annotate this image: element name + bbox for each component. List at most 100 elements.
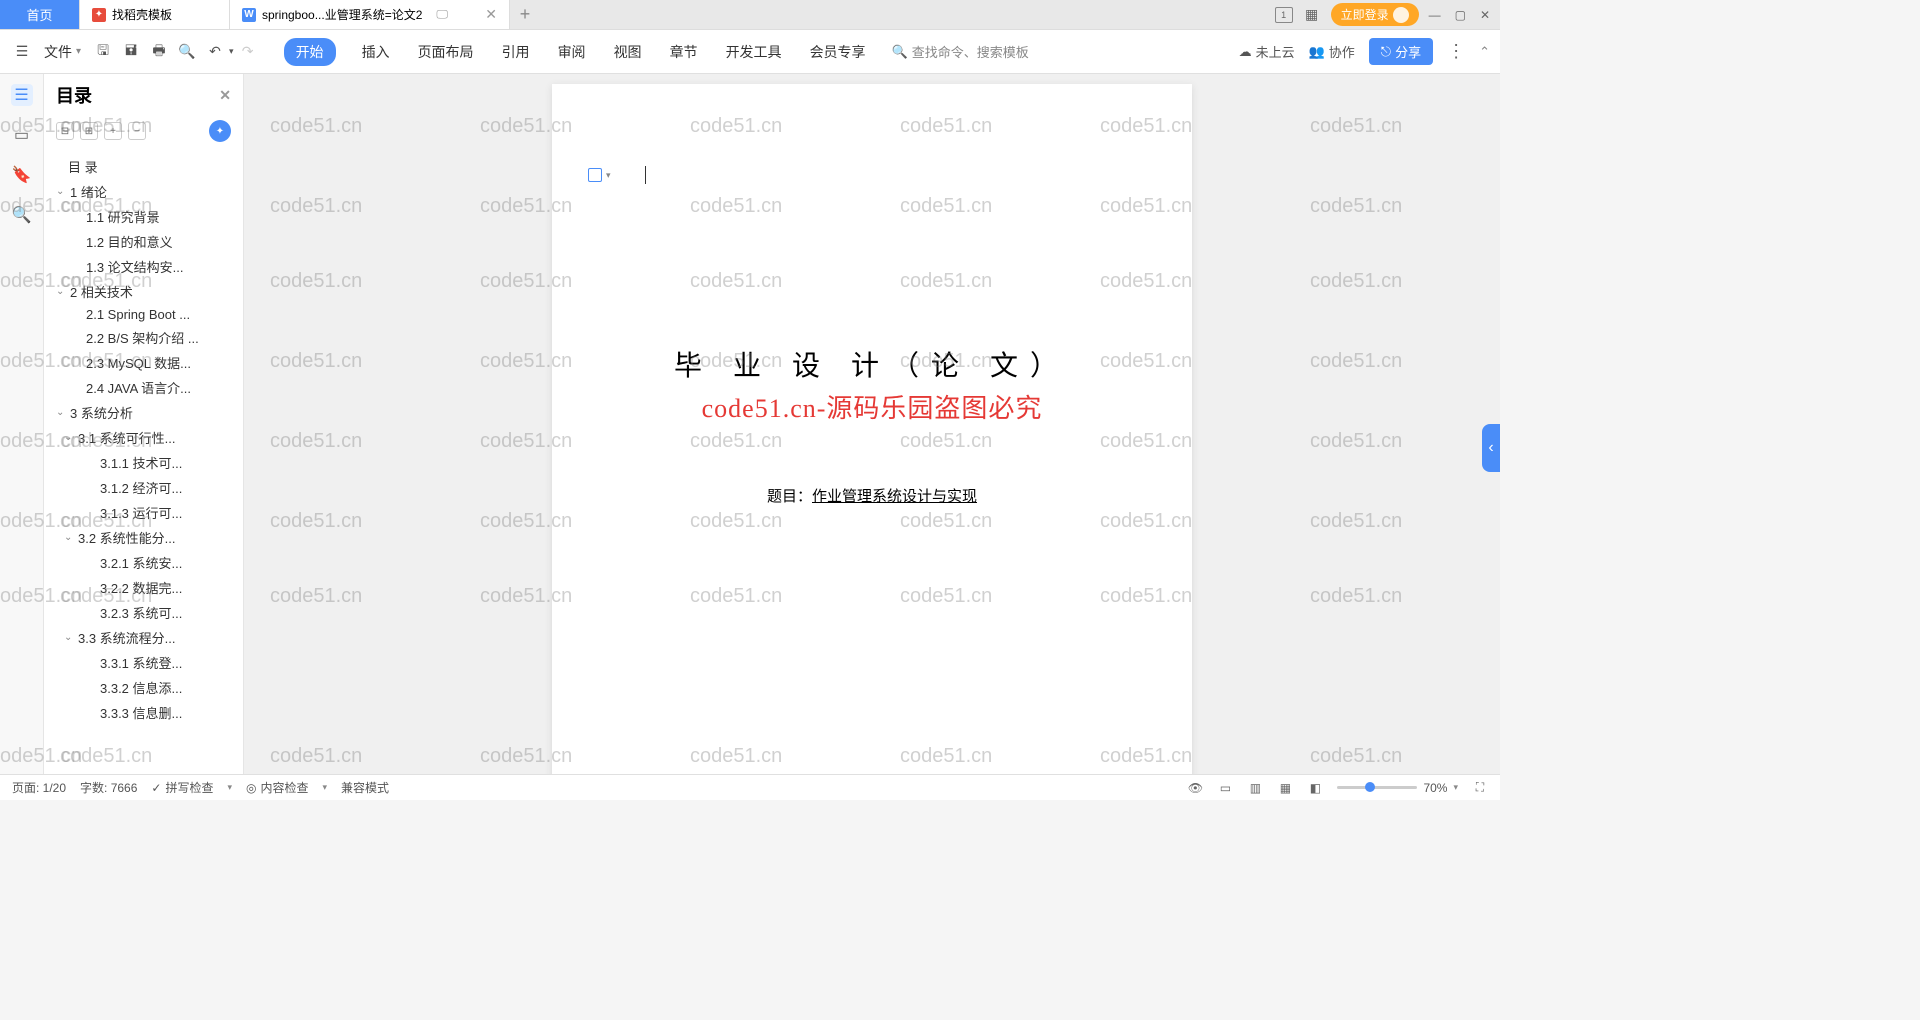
zoom-slider[interactable]: [1337, 786, 1417, 789]
toolbar: ☰ 文件 ▾ 🖫 🖬 🖶 🔍 ↶ ▾ ↷ 开始 插入 页面布局 引用 审阅 视图…: [0, 30, 1500, 74]
outline-item[interactable]: ⌄3.3 系统流程分...: [44, 625, 243, 650]
outline-item[interactable]: 1.2 目的和意义: [44, 229, 243, 254]
cloud-status[interactable]: ☁ 未上云: [1239, 42, 1295, 61]
outline-item[interactable]: ⌄3.1 系统可行性...: [44, 425, 243, 450]
outline-item[interactable]: ⌄2 相关技术: [44, 279, 243, 304]
cloud-icon: ☁: [1239, 44, 1252, 60]
menu-start[interactable]: 开始: [284, 38, 336, 66]
menu-devtools[interactable]: 开发工具: [724, 38, 784, 66]
view-mode-4-icon[interactable]: ◧: [1307, 780, 1323, 796]
redo-icon[interactable]: ↷: [236, 40, 260, 64]
outline-item[interactable]: 3.1.2 经济可...: [44, 475, 243, 500]
print-preview-icon[interactable]: 🔍: [175, 40, 199, 64]
outline-item[interactable]: ⌄3.2 系统性能分...: [44, 525, 243, 550]
outline-item[interactable]: ⌄3 系统分析: [44, 400, 243, 425]
menu-view[interactable]: 视图: [612, 38, 644, 66]
outline-item[interactable]: 3.2.2 数据完...: [44, 575, 243, 600]
word-count[interactable]: 字数: 7666: [80, 779, 137, 796]
more-icon[interactable]: ⋮: [1447, 41, 1465, 62]
menu-vip[interactable]: 会员专享: [808, 38, 868, 66]
command-search[interactable]: 🔍 查找命令、搜索模板: [892, 42, 1029, 61]
view-mode-3-icon[interactable]: ▦: [1277, 780, 1293, 796]
view-mode-2-icon[interactable]: ▥: [1247, 780, 1263, 796]
chevron-down-icon: ⌄: [64, 432, 78, 443]
layout-icon[interactable]: 1: [1275, 7, 1293, 23]
outline-item[interactable]: 3.2.3 系统可...: [44, 600, 243, 625]
search-rail-icon[interactable]: 🔍: [11, 204, 33, 226]
menu-layout[interactable]: 页面布局: [416, 38, 476, 66]
login-button[interactable]: 立即登录: [1331, 3, 1419, 26]
expand-icon[interactable]: ⌃: [1479, 44, 1490, 60]
outline-item[interactable]: 3.2.1 系统安...: [44, 550, 243, 575]
zoom-dropdown-icon[interactable]: ▾: [1453, 782, 1458, 793]
tab-home[interactable]: 首页: [0, 0, 80, 29]
view-mode-1-icon[interactable]: ▭: [1217, 780, 1233, 796]
collapse-all-icon[interactable]: ⊟: [56, 122, 74, 140]
outline-item[interactable]: 3.3.3 信息删...: [44, 700, 243, 725]
undo-icon[interactable]: ↶: [203, 40, 227, 64]
tab-close-icon[interactable]: ✕: [485, 6, 497, 23]
file-menu[interactable]: 文件 ▾: [38, 42, 87, 62]
menu-bar: 开始 插入 页面布局 引用 审阅 视图 章节 开发工具 会员专享: [284, 38, 868, 66]
outline-item[interactable]: 2.4 JAVA 语言介...: [44, 375, 243, 400]
document-canvas[interactable]: ▾ 毕 业 设 计（论 文） code51.cn-源码乐园盗图必究 题目：作业管…: [244, 74, 1500, 774]
page-indicator[interactable]: 页面: 1/20: [12, 779, 66, 796]
close-window-icon[interactable]: ✕: [1480, 8, 1490, 22]
ai-assistant-icon[interactable]: ✦: [209, 120, 231, 142]
outline-close-icon[interactable]: ✕: [219, 87, 231, 104]
outline-item[interactable]: 3.1.3 运行可...: [44, 500, 243, 525]
share-label: 分享: [1395, 42, 1421, 61]
chevron-down-icon: ⌄: [56, 286, 70, 297]
zoom-control[interactable]: 70% ▾: [1337, 781, 1458, 795]
hamburger-icon[interactable]: ☰: [10, 40, 34, 64]
outline-item[interactable]: 2.2 B/S 架构介绍 ...: [44, 325, 243, 350]
add-heading-icon[interactable]: +: [104, 122, 122, 140]
undo-dropdown-icon[interactable]: ▾: [229, 46, 234, 57]
outline-item[interactable]: 3.3.1 系统登...: [44, 650, 243, 675]
outline-item[interactable]: 目 录: [44, 154, 243, 179]
save-as-icon[interactable]: 🖬: [119, 40, 143, 64]
collab-button[interactable]: 👥 协作: [1309, 42, 1355, 61]
tab-document[interactable]: W springboo...业管理系统=论文2 🖵 ✕: [230, 0, 510, 29]
menu-chapter[interactable]: 章节: [668, 38, 700, 66]
spell-check[interactable]: ✓ 拼写检查: [151, 779, 213, 796]
apps-icon[interactable]: ▦: [1303, 7, 1321, 23]
eye-icon[interactable]: 👁: [1187, 780, 1203, 796]
compat-mode[interactable]: 兼容模式: [341, 779, 389, 796]
outline-rail-icon[interactable]: ☰: [11, 84, 33, 106]
menu-insert[interactable]: 插入: [360, 38, 392, 66]
menu-references[interactable]: 引用: [500, 38, 532, 66]
zoom-thumb[interactable]: [1365, 782, 1375, 792]
remove-heading-icon[interactable]: −: [128, 122, 146, 140]
outline-item[interactable]: 2.1 Spring Boot ...: [44, 304, 243, 325]
tab-add-button[interactable]: +: [510, 0, 540, 29]
tab-document-label: springboo...业管理系统=论文2: [262, 6, 422, 23]
document-icon: W: [242, 8, 256, 22]
outline-item[interactable]: 1.1 研究背景: [44, 204, 243, 229]
search-placeholder: 查找命令、搜索模板: [912, 42, 1029, 61]
save-icon[interactable]: 🖫: [91, 40, 115, 64]
outline-item[interactable]: ⌄1 绪论: [44, 179, 243, 204]
share-button[interactable]: ⎋ 分享: [1369, 38, 1433, 65]
page-marker[interactable]: ▾: [588, 166, 646, 184]
print-icon[interactable]: 🖶: [147, 40, 171, 64]
document-red-watermark: code51.cn-源码乐园盗图必究: [612, 388, 1132, 425]
status-dropdown-icon[interactable]: ▾: [227, 782, 232, 793]
outline-item[interactable]: 3.1.1 技术可...: [44, 450, 243, 475]
right-slide-tab[interactable]: ‹: [1482, 424, 1500, 472]
maximize-icon[interactable]: ▢: [1455, 8, 1466, 22]
spell-check-icon: ✓: [151, 781, 161, 795]
tab-template[interactable]: ✦ 找稻壳模板: [80, 0, 230, 29]
bookmark-rail-icon[interactable]: 🔖: [11, 164, 33, 186]
page-rail-icon[interactable]: ▭: [11, 124, 33, 146]
status-dropdown-icon-2[interactable]: ▾: [323, 782, 328, 793]
outline-item[interactable]: 1.3 论文结构安...: [44, 254, 243, 279]
collab-label: 协作: [1329, 42, 1355, 61]
content-check[interactable]: ◎ 内容检查: [246, 779, 309, 796]
outline-item[interactable]: 3.3.2 信息添...: [44, 675, 243, 700]
expand-all-icon[interactable]: ⊞: [80, 122, 98, 140]
menu-review[interactable]: 审阅: [556, 38, 588, 66]
fullscreen-icon[interactable]: ⛶: [1472, 780, 1488, 796]
minimize-icon[interactable]: —: [1429, 8, 1441, 22]
outline-item[interactable]: 2.3 MySQL 数据...: [44, 350, 243, 375]
